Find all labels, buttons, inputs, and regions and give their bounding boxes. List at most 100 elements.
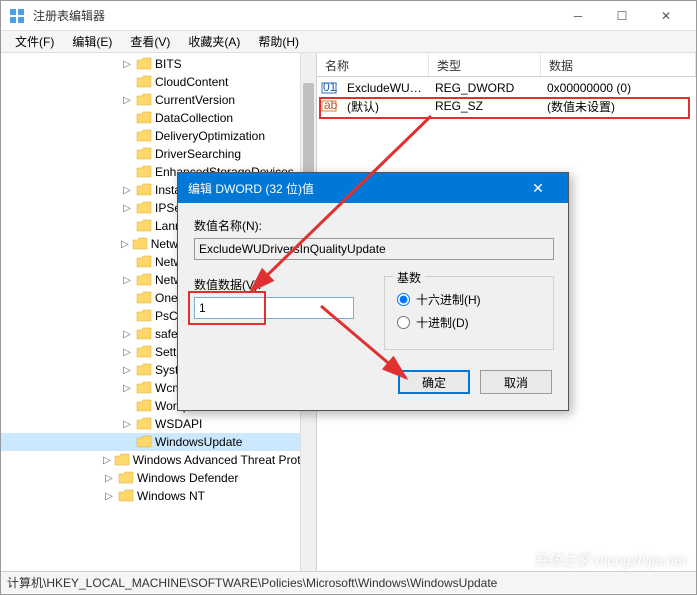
tree-item[interactable]: WindowsUpdate (1, 433, 316, 451)
menu-help[interactable]: 帮助(H) (250, 31, 307, 52)
folder-icon (136, 309, 152, 323)
cell-name: (默认) (341, 98, 429, 115)
tree-item[interactable]: ▷Windows NT (1, 487, 316, 505)
tree-item-label: Windows Advanced Threat Protection (133, 453, 317, 467)
tree-item-label: CloudContent (155, 75, 228, 89)
list-row[interactable]: 011ExcludeWUDri...REG_DWORD0x00000000 (0… (317, 79, 696, 97)
folder-icon (136, 183, 152, 197)
radio-hex-input[interactable] (397, 293, 410, 306)
menu-edit[interactable]: 编辑(E) (64, 31, 120, 52)
cancel-button[interactable]: 取消 (480, 370, 552, 394)
folder-icon (136, 57, 152, 71)
folder-icon (136, 147, 152, 161)
folder-icon (136, 201, 152, 215)
tree-item[interactable]: DriverSearching (1, 145, 316, 163)
folder-icon (136, 345, 152, 359)
tree-item[interactable]: ▷ Windows Defender (1, 469, 316, 487)
folder-icon (136, 363, 152, 377)
expand-icon[interactable]: ▷ (121, 239, 129, 250)
tree-item[interactable]: DeliveryOptimization (1, 127, 316, 145)
tree-item-label: WSDAPI (155, 417, 202, 431)
expand-icon[interactable]: ▷ (121, 185, 133, 196)
window-title: 注册表编辑器 (33, 7, 556, 24)
tree-item[interactable]: DataCollection (1, 109, 316, 127)
expand-icon[interactable]: ▷ (121, 59, 133, 70)
folder-icon (136, 255, 152, 269)
cell-name: ExcludeWUDri... (341, 81, 429, 95)
close-button[interactable]: ✕ (644, 1, 688, 31)
folder-icon (136, 435, 152, 449)
value-input[interactable] (194, 297, 354, 319)
tree-item-label: DriverSearching (155, 147, 241, 161)
folder-icon (136, 165, 152, 179)
tree-item-label: BITS (155, 57, 182, 71)
tree-item[interactable]: ▷ Windows Advanced Threat Protection (1, 451, 316, 469)
menubar: 文件(F) 编辑(E) 查看(V) 收藏夹(A) 帮助(H) (1, 31, 696, 53)
folder-icon (136, 273, 152, 287)
radio-dec[interactable]: 十进制(D) (397, 314, 541, 331)
status-path: 计算机\HKEY_LOCAL_MACHINE\SOFTWARE\Policies… (7, 574, 497, 591)
svg-text:011: 011 (323, 80, 337, 94)
folder-icon (136, 417, 152, 431)
col-header-type[interactable]: 类型 (429, 53, 541, 76)
maximize-button[interactable]: ☐ (600, 1, 644, 31)
list-header: 名称 类型 数据 (317, 53, 696, 77)
expand-icon[interactable]: ▷ (103, 455, 111, 466)
tree-item-label: CurrentVersion (155, 93, 235, 107)
folder-icon (136, 219, 152, 233)
folder-icon (136, 291, 152, 305)
col-header-data[interactable]: 数据 (541, 53, 696, 76)
menu-view[interactable]: 查看(V) (122, 31, 178, 52)
expand-icon[interactable]: ▷ (121, 329, 133, 340)
radio-dec-input[interactable] (397, 316, 410, 329)
folder-icon (136, 381, 152, 395)
cell-type: REG_SZ (429, 99, 541, 113)
menu-favorites[interactable]: 收藏夹(A) (180, 31, 248, 52)
radix-legend: 基数 (393, 269, 425, 286)
statusbar: 计算机\HKEY_LOCAL_MACHINE\SOFTWARE\Policies… (1, 571, 696, 593)
dialog-close-button[interactable]: ✕ (518, 173, 558, 203)
expand-icon[interactable]: ▷ (103, 491, 115, 502)
name-input[interactable] (194, 238, 554, 260)
tree-item-label: Windows Defender (137, 471, 238, 485)
folder-icon (136, 75, 152, 89)
tree-item-label: DataCollection (155, 111, 233, 125)
folder-icon (136, 129, 152, 143)
folder-icon (136, 93, 152, 107)
radio-hex[interactable]: 十六进制(H) (397, 291, 541, 308)
expand-icon[interactable]: ▷ (121, 275, 133, 286)
name-label: 数值名称(N): (194, 217, 552, 234)
svg-text:ab: ab (324, 98, 337, 112)
folder-icon (118, 489, 134, 503)
tree-item[interactable]: ▷ WSDAPI (1, 415, 316, 433)
folder-icon (114, 453, 130, 467)
expand-icon[interactable]: ▷ (121, 383, 133, 394)
list-row[interactable]: ab(默认)REG_SZ(数值未设置) (317, 97, 696, 115)
dialog-titlebar: 编辑 DWORD (32 位)值 ✕ (178, 173, 568, 203)
tree-item[interactable]: CloudContent (1, 73, 316, 91)
expand-icon[interactable]: ▷ (121, 365, 133, 376)
expand-icon[interactable]: ▷ (121, 347, 133, 358)
folder-icon (136, 327, 152, 341)
dialog-title-text: 编辑 DWORD (32 位)值 (188, 180, 518, 197)
expand-icon[interactable]: ▷ (103, 473, 115, 484)
tree-item[interactable]: ▷ CurrentVersion (1, 91, 316, 109)
tree-item[interactable]: ▷ BITS (1, 55, 316, 73)
expand-icon[interactable]: ▷ (121, 95, 133, 106)
edit-dword-dialog: 编辑 DWORD (32 位)值 ✕ 数值名称(N): 数值数据(V): 基数 … (177, 172, 569, 411)
cell-type: REG_DWORD (429, 81, 541, 95)
radix-group: 基数 十六进制(H) 十进制(D) (384, 276, 554, 350)
expand-icon[interactable]: ▷ (121, 203, 133, 214)
folder-icon (118, 471, 134, 485)
menu-file[interactable]: 文件(F) (7, 31, 62, 52)
dword-value-icon: 011 (321, 80, 337, 96)
minimize-button[interactable]: ─ (556, 1, 600, 31)
titlebar: 注册表编辑器 ─ ☐ ✕ (1, 1, 696, 31)
ok-button[interactable]: 确定 (398, 370, 470, 394)
string-value-icon: ab (321, 98, 337, 114)
folder-icon (136, 399, 152, 413)
watermark: 系统之家 xitongzhijia.net (533, 550, 686, 570)
app-icon (9, 8, 25, 24)
expand-icon[interactable]: ▷ (121, 419, 133, 430)
col-header-name[interactable]: 名称 (317, 53, 429, 76)
